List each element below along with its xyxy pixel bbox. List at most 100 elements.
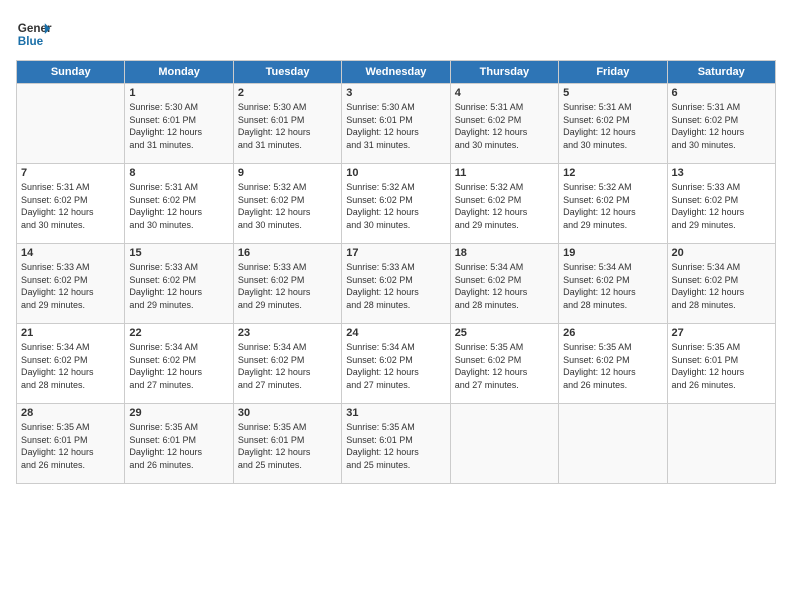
day-info: Sunrise: 5:35 AM Sunset: 6:01 PM Dayligh… (346, 421, 445, 471)
day-number: 31 (346, 407, 445, 419)
calendar-week-1: 1 Sunrise: 5:30 AM Sunset: 6:01 PM Daylig… (17, 84, 776, 164)
day-number: 26 (563, 327, 662, 339)
calendar-week-2: 7 Sunrise: 5:31 AM Sunset: 6:02 PM Daylig… (17, 164, 776, 244)
calendar-cell: 29Sunrise: 5:35 AM Sunset: 6:01 PM Dayli… (125, 404, 233, 484)
day-info: Sunrise: 5:33 AM Sunset: 6:02 PM Dayligh… (129, 261, 228, 311)
calendar-cell (559, 404, 667, 484)
logo-icon: General Blue (16, 16, 52, 52)
day-info: Sunrise: 5:34 AM Sunset: 6:02 PM Dayligh… (129, 341, 228, 391)
day-info: Sunrise: 5:33 AM Sunset: 6:02 PM Dayligh… (346, 261, 445, 311)
calendar-week-4: 21 Sunrise: 5:34 AM Sunset: 6:02 PM Dayli… (17, 324, 776, 404)
calendar-cell: 2 Sunrise: 5:30 AM Sunset: 6:01 PM Daylig… (233, 84, 341, 164)
day-number: 11 (455, 167, 554, 179)
day-info: Sunrise: 5:31 AM Sunset: 6:02 PM Dayligh… (563, 101, 662, 151)
day-info: Sunrise: 5:33 AM Sunset: 6:02 PM Dayligh… (238, 261, 337, 311)
logo: General Blue (16, 16, 52, 52)
day-info: Sunrise: 5:32 AM Sunset: 6:02 PM Dayligh… (238, 181, 337, 231)
day-number: 14 (21, 247, 120, 259)
day-info: Sunrise: 5:34 AM Sunset: 6:02 PM Dayligh… (346, 341, 445, 391)
day-number: 3 (346, 87, 445, 99)
calendar-cell: 22 Sunrise: 5:34 AM Sunset: 6:02 PM Dayli… (125, 324, 233, 404)
day-header-saturday: Saturday (667, 61, 775, 84)
day-number: 16 (238, 247, 337, 259)
day-number: 7 (21, 167, 120, 179)
day-info: Sunrise: 5:34 AM Sunset: 6:02 PM Dayligh… (563, 261, 662, 311)
day-number: 22 (129, 327, 228, 339)
day-number: 25 (455, 327, 554, 339)
day-info: Sunrise: 5:35 AM Sunset: 6:02 PM Dayligh… (563, 341, 662, 391)
day-info: Sunrise: 5:35 AM Sunset: 6:01 PM Dayligh… (21, 421, 120, 471)
calendar-cell: 14Sunrise: 5:33 AM Sunset: 6:02 PM Dayli… (17, 244, 125, 324)
day-number: 30 (238, 407, 337, 419)
day-header-monday: Monday (125, 61, 233, 84)
calendar-cell (17, 84, 125, 164)
day-info: Sunrise: 5:33 AM Sunset: 6:02 PM Dayligh… (672, 181, 771, 231)
day-header-tuesday: Tuesday (233, 61, 341, 84)
day-info: Sunrise: 5:32 AM Sunset: 6:02 PM Dayligh… (455, 181, 554, 231)
day-number: 28 (21, 407, 120, 419)
day-info: Sunrise: 5:34 AM Sunset: 6:02 PM Dayligh… (455, 261, 554, 311)
day-info: Sunrise: 5:35 AM Sunset: 6:02 PM Dayligh… (455, 341, 554, 391)
day-number: 4 (455, 87, 554, 99)
calendar-header-row: SundayMondayTuesdayWednesdayThursdayFrid… (17, 61, 776, 84)
day-info: Sunrise: 5:31 AM Sunset: 6:02 PM Dayligh… (21, 181, 120, 231)
calendar-cell: 27Sunrise: 5:35 AM Sunset: 6:01 PM Dayli… (667, 324, 775, 404)
calendar-cell: 21 Sunrise: 5:34 AM Sunset: 6:02 PM Dayli… (17, 324, 125, 404)
day-number: 2 (238, 87, 337, 99)
day-number: 20 (672, 247, 771, 259)
calendar-cell: 1 Sunrise: 5:30 AM Sunset: 6:01 PM Daylig… (125, 84, 233, 164)
calendar-cell: 9 Sunrise: 5:32 AM Sunset: 6:02 PM Daylig… (233, 164, 341, 244)
calendar-week-3: 14 Sunrise: 5:33 AM Sunset: 6:02 PM Dayli… (17, 244, 776, 324)
calendar-cell: 23Sunrise: 5:34 AM Sunset: 6:02 PM Dayli… (233, 324, 341, 404)
calendar-cell: 4 Sunrise: 5:31 AM Sunset: 6:02 PM Daylig… (450, 84, 558, 164)
day-number: 6 (672, 87, 771, 99)
day-number: 9 (238, 167, 337, 179)
day-header-wednesday: Wednesday (342, 61, 450, 84)
day-info: Sunrise: 5:34 AM Sunset: 6:02 PM Dayligh… (238, 341, 337, 391)
calendar-cell: 20Sunrise: 5:34 AM Sunset: 6:02 PM Dayli… (667, 244, 775, 324)
header: General Blue (16, 16, 776, 52)
day-info: Sunrise: 5:31 AM Sunset: 6:02 PM Dayligh… (455, 101, 554, 151)
day-info: Sunrise: 5:32 AM Sunset: 6:02 PM Dayligh… (563, 181, 662, 231)
calendar-cell: 6 Sunrise: 5:31 AM Sunset: 6:02 PM Daylig… (667, 84, 775, 164)
day-number: 29 (129, 407, 228, 419)
calendar-cell: 17Sunrise: 5:33 AM Sunset: 6:02 PM Dayli… (342, 244, 450, 324)
calendar-cell: 26 Sunrise: 5:35 AM Sunset: 6:02 PM Dayli… (559, 324, 667, 404)
day-number: 27 (672, 327, 771, 339)
calendar-cell (450, 404, 558, 484)
calendar-table: SundayMondayTuesdayWednesdayThursdayFrid… (16, 60, 776, 484)
calendar-cell (667, 404, 775, 484)
day-header-friday: Friday (559, 61, 667, 84)
day-number: 21 (21, 327, 120, 339)
day-info: Sunrise: 5:32 AM Sunset: 6:02 PM Dayligh… (346, 181, 445, 231)
day-info: Sunrise: 5:31 AM Sunset: 6:02 PM Dayligh… (129, 181, 228, 231)
calendar-cell: 18Sunrise: 5:34 AM Sunset: 6:02 PM Dayli… (450, 244, 558, 324)
day-number: 13 (672, 167, 771, 179)
day-number: 1 (129, 87, 228, 99)
day-info: Sunrise: 5:34 AM Sunset: 6:02 PM Dayligh… (21, 341, 120, 391)
day-header-thursday: Thursday (450, 61, 558, 84)
calendar-cell: 10 Sunrise: 5:32 AM Sunset: 6:02 PM Dayli… (342, 164, 450, 244)
calendar-cell: 3Sunrise: 5:30 AM Sunset: 6:01 PM Daylig… (342, 84, 450, 164)
calendar-cell: 25 Sunrise: 5:35 AM Sunset: 6:02 PM Dayli… (450, 324, 558, 404)
calendar-cell: 12 Sunrise: 5:32 AM Sunset: 6:02 PM Dayli… (559, 164, 667, 244)
day-header-sunday: Sunday (17, 61, 125, 84)
calendar-cell: 13 Sunrise: 5:33 AM Sunset: 6:02 PM Dayli… (667, 164, 775, 244)
day-number: 19 (563, 247, 662, 259)
day-info: Sunrise: 5:30 AM Sunset: 6:01 PM Dayligh… (238, 101, 337, 151)
day-number: 12 (563, 167, 662, 179)
day-info: Sunrise: 5:30 AM Sunset: 6:01 PM Dayligh… (129, 101, 228, 151)
day-number: 10 (346, 167, 445, 179)
calendar-cell: 24Sunrise: 5:34 AM Sunset: 6:02 PM Dayli… (342, 324, 450, 404)
calendar-cell: 16 Sunrise: 5:33 AM Sunset: 6:02 PM Dayli… (233, 244, 341, 324)
calendar-cell: 19 Sunrise: 5:34 AM Sunset: 6:02 PM Dayli… (559, 244, 667, 324)
calendar-cell: 5Sunrise: 5:31 AM Sunset: 6:02 PM Daylig… (559, 84, 667, 164)
calendar-cell: 15 Sunrise: 5:33 AM Sunset: 6:02 PM Dayli… (125, 244, 233, 324)
calendar-cell: 7 Sunrise: 5:31 AM Sunset: 6:02 PM Daylig… (17, 164, 125, 244)
day-info: Sunrise: 5:35 AM Sunset: 6:01 PM Dayligh… (238, 421, 337, 471)
calendar-week-5: 28 Sunrise: 5:35 AM Sunset: 6:01 PM Dayli… (17, 404, 776, 484)
day-number: 15 (129, 247, 228, 259)
day-number: 8 (129, 167, 228, 179)
calendar-cell: 30 Sunrise: 5:35 AM Sunset: 6:01 PM Dayli… (233, 404, 341, 484)
day-info: Sunrise: 5:31 AM Sunset: 6:02 PM Dayligh… (672, 101, 771, 151)
